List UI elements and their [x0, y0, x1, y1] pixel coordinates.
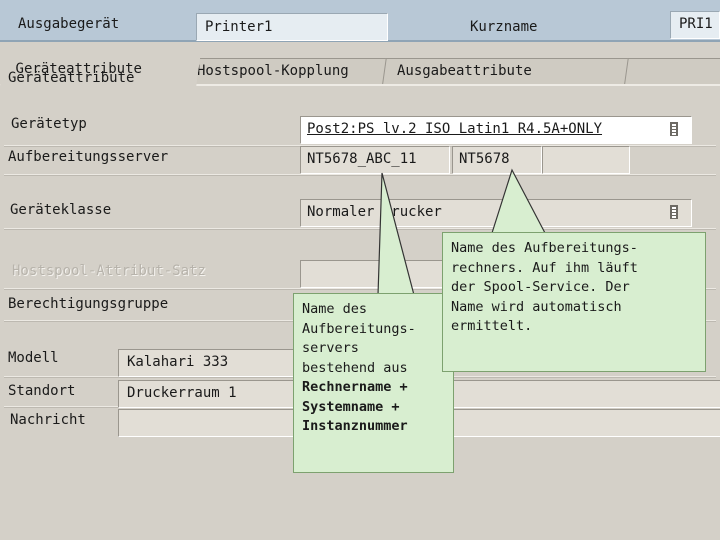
callout-text: Name des Aufbereitungs- rechners. Auf ih… [451, 240, 638, 334]
device-class-field[interactable]: Normaler Drucker [300, 199, 692, 227]
device-field[interactable]: Printer1 [196, 13, 388, 41]
location-label: Standort [8, 383, 76, 399]
short-name-field[interactable]: PRI1 [670, 11, 720, 39]
callout-text: Name des Aufbereitungs- servers bestehen… [302, 301, 416, 376]
row-divider [4, 228, 716, 229]
model-label: Modell [8, 350, 59, 366]
model-field[interactable]: Kalahari 333 [118, 349, 318, 377]
hostspool-attr-label: Hostspool-Attribut-Satz [12, 263, 206, 279]
formatting-server-label: Aufbereitungsserver [8, 149, 169, 165]
dropdown-icon[interactable] [669, 205, 679, 219]
callout-bold-text: Instanznummer [302, 418, 408, 434]
device-type-label: Gerätetyp [11, 116, 87, 132]
short-name-label: Kurzname [470, 19, 538, 35]
row-divider [4, 174, 716, 175]
auth-group-label: Berechtigungsgruppe [8, 296, 169, 312]
tab-ausgabeattribute[interactable]: Ausgabeattribute [382, 58, 642, 85]
callout-bold-text: Rechnername + [302, 379, 408, 395]
device-class-label: Geräteklasse [10, 202, 112, 218]
dropdown-icon[interactable] [669, 122, 679, 136]
device-label: Ausgabegerät [18, 16, 120, 32]
server-name-callout: Name des Aufbereitungs- servers bestehen… [293, 293, 454, 473]
formatting-server-field[interactable]: NT5678_ABC_11 [300, 146, 450, 174]
callout-bold-text: Systemname + [302, 398, 400, 415]
formatting-host-field[interactable]: NT5678 [452, 146, 542, 174]
tab-more[interactable] [624, 58, 720, 85]
message-label: Nachricht [10, 412, 86, 428]
active-tab-label: Geräteattribute [8, 70, 135, 86]
formatting-extra-field[interactable] [542, 146, 630, 174]
tab-label: Ausgabeattribute [396, 63, 532, 79]
tab-label: Hostspool-Kopplung [196, 63, 349, 79]
device-type-value: Post2:PS lv.2 ISO Latin1 R4.5A+ONLY [307, 121, 603, 137]
device-type-field[interactable]: Post2:PS lv.2 ISO Latin1 R4.5A+ONLY [300, 116, 692, 144]
tab-hostspool-kopplung[interactable]: Hostspool-Kopplung [182, 58, 400, 85]
host-name-callout: Name des Aufbereitungs- rechners. Auf ih… [442, 232, 706, 372]
